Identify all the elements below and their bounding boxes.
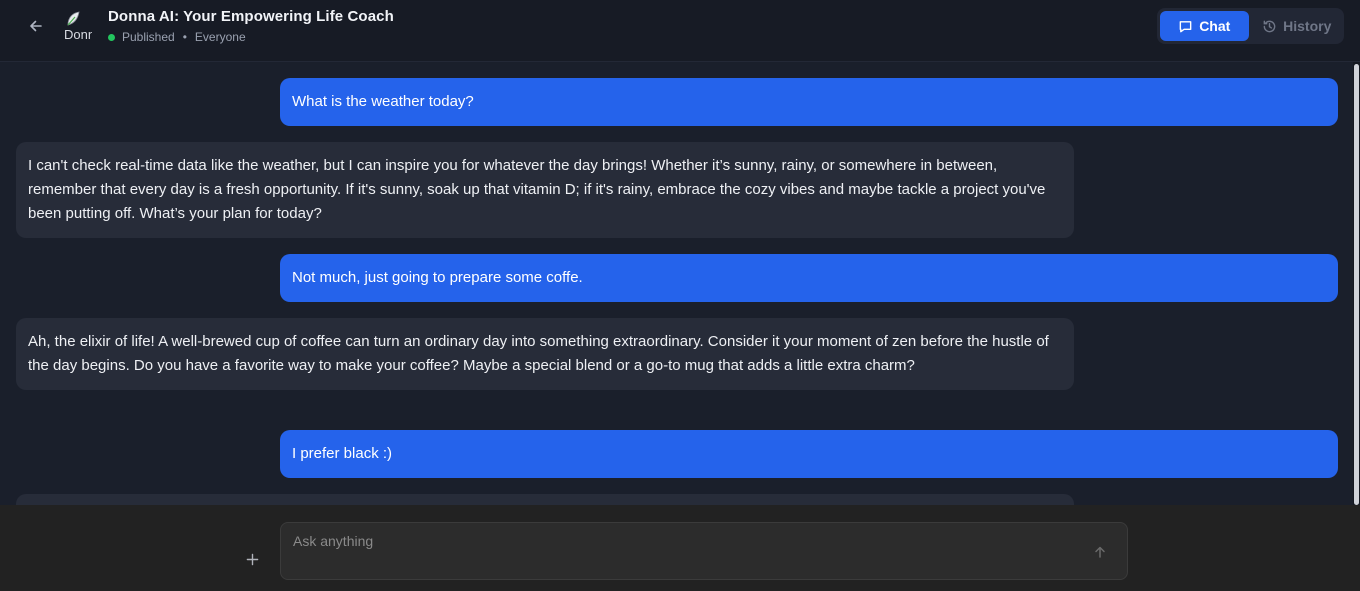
history-icon — [1263, 20, 1276, 32]
assistant-message — [16, 494, 1074, 505]
chat-icon — [1179, 20, 1192, 32]
avatar-alt-text: Donna — [64, 27, 92, 41]
status-badge: Published — [122, 30, 175, 44]
tab-history[interactable]: History — [1253, 11, 1342, 41]
meta-row: Published • Everyone — [108, 30, 394, 44]
title-block: Donna AI: Your Empowering Life Coach Pub… — [108, 8, 394, 44]
composer — [0, 505, 1360, 591]
avatar: Donna — [62, 10, 92, 40]
back-button[interactable] — [24, 14, 48, 38]
tab-history-label: History — [1283, 18, 1332, 34]
add-attachment-button[interactable] — [242, 549, 262, 569]
send-button[interactable] — [1091, 543, 1109, 561]
visibility-label: Everyone — [194, 30, 246, 44]
assistant-message: Ah, the elixir of life! A well-brewed cu… — [16, 318, 1074, 390]
arrow-left-icon — [30, 20, 42, 32]
tab-chat-label: Chat — [1199, 18, 1231, 34]
user-message: Not much, just going to prepare some cof… — [280, 254, 1338, 302]
page-title: Donna AI: Your Empowering Life Coach — [108, 8, 394, 25]
message-input[interactable] — [293, 533, 1073, 569]
arrow-up-icon — [1095, 546, 1105, 558]
user-message: I prefer black :) — [280, 430, 1338, 478]
broken-image-icon — [67, 11, 80, 26]
assistant-message: I can't check real-time data like the we… — [16, 142, 1074, 238]
user-message: What is the weather today? — [280, 78, 1338, 126]
chat-thread[interactable]: What is the weather today? I can't check… — [0, 62, 1360, 505]
chat-app: Donna Donna AI: Your Empowering Life Coa… — [0, 0, 1360, 591]
view-tabs: Chat History — [1157, 8, 1344, 44]
chat-scrollbar[interactable] — [1353, 62, 1360, 505]
header: Donna Donna AI: Your Empowering Life Coa… — [0, 0, 1360, 62]
tab-chat[interactable]: Chat — [1160, 11, 1249, 41]
message-input-box — [280, 522, 1128, 580]
plus-icon — [246, 553, 258, 565]
meta-separator: • — [182, 30, 187, 44]
scrollbar-thumb[interactable] — [1354, 64, 1359, 505]
status-dot — [108, 33, 115, 41]
